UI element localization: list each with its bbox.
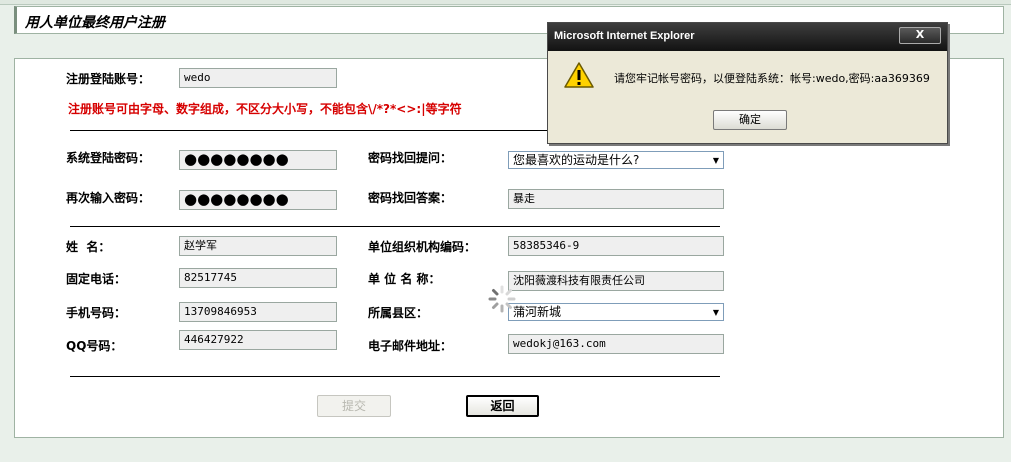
password-confirm-input[interactable]: ●●●●●●●●	[179, 190, 337, 210]
mobile-input[interactable]: 13709846953	[179, 302, 337, 322]
close-icon: X	[915, 28, 925, 41]
qq-input[interactable]: 446427922	[179, 330, 337, 350]
alert-dialog: Microsoft Internet Explorer X 请您牢记帐号密码，以…	[547, 22, 948, 144]
question-label: 密码找回提问：	[368, 151, 453, 165]
top-bar	[0, 0, 1011, 5]
dialog-title-bar[interactable]: Microsoft Internet Explorer X	[548, 23, 947, 51]
password-confirm-label: 再次输入密码：	[66, 191, 151, 205]
answer-label: 密码找回答案：	[368, 191, 453, 205]
mobile-label: 手机号码：	[66, 306, 127, 320]
question-select[interactable]: 您最喜欢的运动是什么? ▼	[508, 151, 724, 169]
question-value: 您最喜欢的运动是什么?	[513, 153, 640, 167]
answer-input[interactable]: 暴走	[508, 189, 724, 209]
chevron-down-icon: ▼	[712, 308, 719, 317]
account-label: 注册登陆账号：	[66, 72, 151, 86]
phone-input[interactable]: 82517745	[179, 268, 337, 288]
divider	[70, 376, 720, 377]
page-title: 用人单位最终用户注册	[25, 15, 165, 31]
loading-spinner-icon	[488, 285, 516, 313]
email-input[interactable]: wedokj@163.com	[508, 334, 724, 354]
dialog-message: 请您牢记帐号密码，以便登陆系统：帐号:wedo,密码:aa369369	[614, 72, 930, 85]
password-input[interactable]: ●●●●●●●●	[179, 150, 337, 170]
submit-button[interactable]: 提交	[317, 395, 391, 417]
name-label: 姓 名：	[66, 240, 111, 254]
password-label: 系统登陆密码：	[66, 151, 151, 165]
account-hint: 注册账号可由字母、数字组成，不区分大小写，不能包含\/*?*<>:|等字符	[68, 102, 462, 116]
back-button[interactable]: 返回	[466, 395, 539, 417]
phone-label: 固定电话：	[66, 272, 127, 286]
district-value: 蒲河新城	[513, 305, 562, 319]
company-input[interactable]: 沈阳薇渡科技有限责任公司	[508, 271, 724, 291]
warning-icon	[564, 62, 594, 88]
company-label: 单 位 名 称：	[368, 272, 441, 286]
ok-button[interactable]: 确定	[713, 110, 787, 130]
account-input[interactable]: wedo	[179, 68, 337, 88]
district-label: 所属县区：	[368, 306, 429, 320]
chevron-down-icon: ▼	[712, 156, 719, 165]
org-code-input[interactable]: 58385346-9	[508, 236, 724, 256]
district-select[interactable]: 蒲河新城 ▼	[508, 303, 724, 321]
qq-label: QQ号码：	[66, 339, 123, 353]
org-code-label: 单位组织机构编码：	[368, 240, 477, 254]
name-input[interactable]: 赵学军	[179, 236, 337, 256]
close-button[interactable]: X	[899, 27, 941, 44]
divider	[70, 226, 720, 227]
email-label: 电子邮件地址：	[368, 339, 453, 353]
dialog-title: Microsoft Internet Explorer	[554, 30, 695, 42]
